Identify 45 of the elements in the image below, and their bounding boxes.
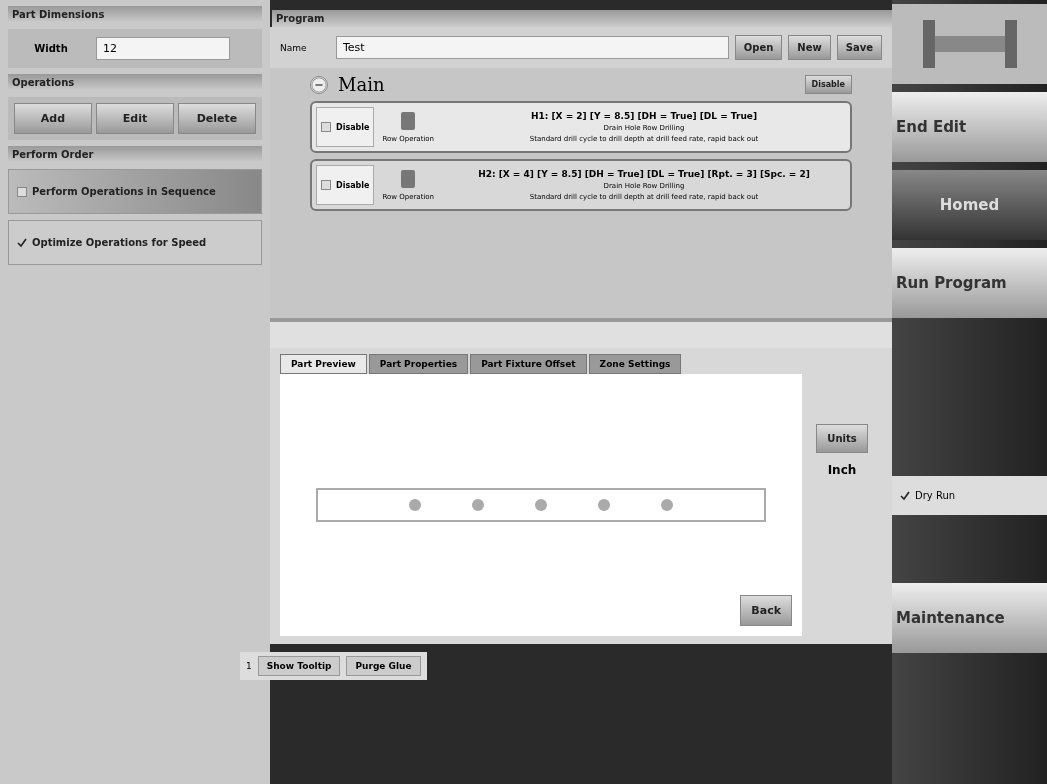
checkbox-icon[interactable] <box>321 180 331 190</box>
checkbox-icon[interactable] <box>17 186 27 197</box>
name-field[interactable]: Test <box>336 36 729 59</box>
order-option[interactable]: Perform Operations in Sequence <box>8 169 262 214</box>
checkbox-icon[interactable] <box>321 122 331 132</box>
section-title: Perform Order <box>8 146 262 163</box>
width-field[interactable]: 12 <box>96 37 230 60</box>
count-label: 1 <box>246 661 252 671</box>
units-value: Inch <box>827 463 857 477</box>
order-option[interactable]: Optimize Operations for Speed <box>8 220 262 265</box>
collapse-icon[interactable] <box>310 75 328 94</box>
operation-title: H2: [X = 4] [Y = 8.5] [DH = True] [DL = True] [Rpt. = 3] [Spc. = 2] <box>478 169 810 179</box>
toolbar-button[interactable]: Purge Glue <box>346 656 421 676</box>
side-button[interactable]: End Edit <box>892 92 1047 162</box>
splitter-bar[interactable] <box>270 318 892 348</box>
tab[interactable]: Zone Settings <box>588 354 682 374</box>
program-button[interactable]: Save <box>836 35 882 60</box>
units-button[interactable]: Units <box>816 424 868 453</box>
disable-checkbox[interactable]: Disable <box>316 107 375 147</box>
section-title: Program <box>272 10 892 27</box>
document-icon <box>399 111 418 131</box>
operation-button[interactable]: Delete <box>178 103 256 134</box>
name-label: Name <box>280 42 308 53</box>
section-title: Part Dimensions <box>8 6 262 23</box>
tab[interactable]: Part Properties <box>368 354 469 374</box>
disable-checkbox[interactable]: Disable <box>316 165 375 205</box>
program-button[interactable]: Open <box>734 35 783 60</box>
side-button[interactable]: Homed <box>892 170 1047 240</box>
section-title: Operations <box>8 74 262 91</box>
tab[interactable]: Part Preview <box>280 354 367 374</box>
document-icon <box>399 169 418 189</box>
side-button[interactable]: Run Program <box>892 248 1047 318</box>
operation-button[interactable]: Edit <box>96 103 174 134</box>
side-button[interactable]: Maintenance <box>892 583 1047 653</box>
program-button[interactable]: New <box>788 35 831 60</box>
toolbar-button[interactable]: Show Tooltip <box>257 656 341 676</box>
width-label: Width <box>33 43 69 54</box>
disable-button[interactable]: Disable <box>804 75 852 94</box>
checkbox-icon[interactable] <box>17 237 27 248</box>
tab[interactable]: Part Fixture Offset <box>470 354 587 374</box>
operation-title: H1: [X = 2] [Y = 8.5] [DH = True] [DL = True] <box>530 111 758 121</box>
group-title: Main <box>338 74 386 95</box>
back-button[interactable]: Back <box>740 595 792 626</box>
operation-button[interactable]: Add <box>14 103 92 134</box>
dry-run-checkbox[interactable]: Dry Run <box>892 476 1047 515</box>
